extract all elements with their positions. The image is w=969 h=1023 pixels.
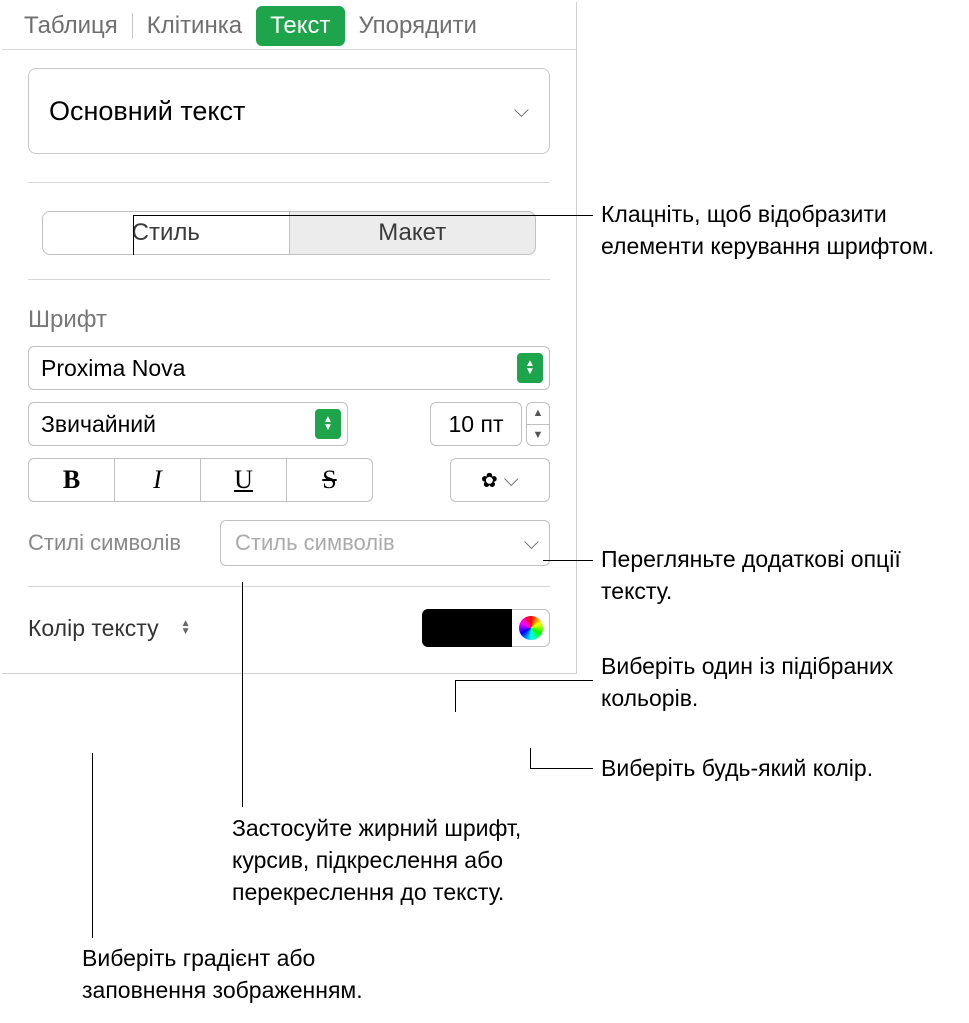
callout-text: Застосуйте жирний шрифт, курсив, підкрес… — [232, 812, 572, 908]
select-arrows-icon: ▲▼ — [315, 409, 341, 439]
color-wheel-button[interactable] — [512, 609, 550, 647]
paragraph-style-value: Основний текст — [49, 96, 245, 127]
tab-text[interactable]: Текст — [256, 6, 344, 46]
callout-text: Виберіть один із підібраних кольорів. — [601, 650, 969, 714]
callout-line — [530, 768, 593, 769]
character-styles-placeholder: Стиль символів — [235, 530, 395, 556]
select-arrows-icon: ▲▼ — [517, 353, 543, 383]
format-row: B I U S ✿ ⌵ — [2, 446, 576, 502]
color-swatch[interactable] — [422, 609, 512, 647]
font-weight-row: Звичайний ▲▼ 10 пт ▲ ▼ — [2, 390, 576, 446]
font-family-select[interactable]: Proxima Nova ▲▼ — [28, 346, 550, 390]
segment-layout[interactable]: Макет — [290, 212, 536, 254]
font-family-value: Proxima Nova — [41, 355, 185, 382]
segment-style[interactable]: Стиль — [43, 212, 290, 254]
font-weight-value: Звичайний — [41, 411, 156, 438]
text-color-row: Колір тексту ▲▼ — [2, 587, 576, 673]
stepper-down-icon: ▼ — [527, 425, 549, 446]
divider — [28, 182, 550, 183]
callout-line — [92, 753, 93, 938]
paragraph-style-dropdown[interactable]: Основний текст ⌵ — [28, 68, 550, 154]
character-styles-select[interactable]: Стиль символів ⌵ — [220, 520, 550, 566]
callout-text: Виберіть градієнт або заповнення зображе… — [82, 942, 422, 1006]
italic-button[interactable]: I — [115, 459, 201, 501]
callout-line — [543, 560, 593, 561]
strikethrough-button[interactable]: S — [287, 459, 372, 501]
underline-button[interactable]: U — [201, 459, 287, 501]
format-panel: Таблиця Клітинка Текст Упорядити Основни… — [2, 2, 577, 674]
paragraph-style-section: Основний текст ⌵ — [2, 50, 576, 164]
color-swatch-group — [422, 609, 550, 647]
top-tabs: Таблиця Клітинка Текст Упорядити — [2, 2, 576, 50]
font-size-stepper[interactable]: ▲ ▼ — [526, 402, 550, 446]
chevron-down-icon: ⌵ — [524, 532, 539, 555]
color-wheel-icon — [519, 616, 543, 640]
bius-group: B I U S — [28, 458, 373, 502]
callout-line — [133, 215, 593, 216]
text-color-label: Колір тексту — [28, 615, 159, 642]
callout-line — [530, 748, 531, 768]
tab-arrange[interactable]: Упорядити — [345, 6, 491, 46]
tab-table[interactable]: Таблиця — [10, 6, 132, 46]
chevron-down-icon: ⌵ — [514, 100, 529, 123]
tab-cell[interactable]: Клітинка — [133, 6, 256, 46]
callout-line — [242, 582, 243, 807]
character-styles-row: Стилі символів Стиль символів ⌵ — [2, 502, 576, 566]
callout-text: Виберіть будь-який колір. — [601, 752, 873, 784]
callout-text: Перегляньте додаткові опції тексту. — [601, 543, 969, 607]
font-size-field[interactable]: 10 пт — [430, 402, 522, 446]
callout-line — [133, 215, 134, 255]
character-styles-label: Стилі символів — [28, 530, 208, 556]
callout-text: Клацніть, щоб відобразити елементи керув… — [601, 198, 969, 262]
bold-button[interactable]: B — [29, 459, 115, 501]
font-section-label: Шрифт — [2, 280, 576, 334]
callout-line — [455, 680, 456, 712]
font-weight-select[interactable]: Звичайний ▲▼ — [28, 402, 348, 446]
advanced-options-button[interactable]: ✿ ⌵ — [450, 458, 550, 502]
style-layout-segment: Стиль Макет — [42, 211, 536, 255]
callout-line — [455, 680, 593, 681]
select-arrows-icon[interactable]: ▲▼ — [175, 613, 197, 643]
font-size-group: 10 пт ▲ ▼ — [430, 402, 550, 446]
font-family-row: Proxima Nova ▲▼ — [2, 334, 576, 390]
chevron-down-icon: ⌵ — [504, 469, 519, 492]
gear-icon: ✿ — [481, 468, 498, 493]
stepper-up-icon: ▲ — [527, 403, 549, 425]
